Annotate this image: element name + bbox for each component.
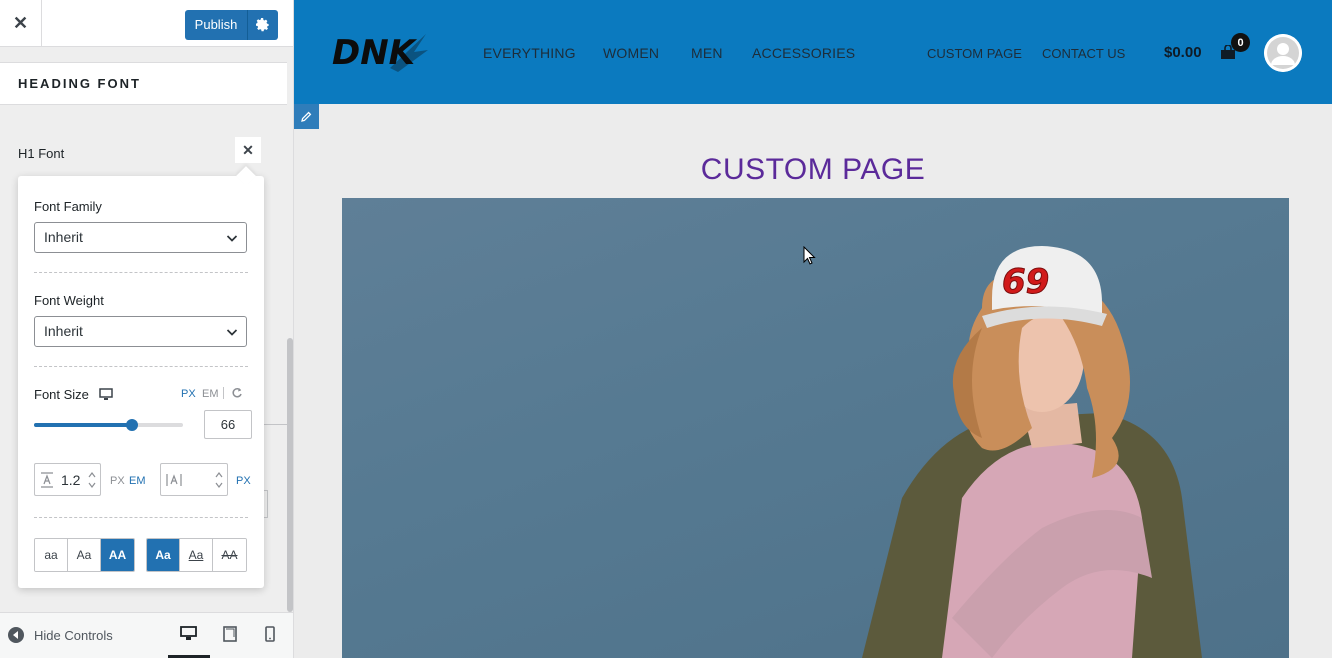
- font-family-select[interactable]: Inherit: [34, 222, 247, 253]
- model-photo: 69: [862, 246, 1202, 658]
- line-height-icon: [41, 472, 53, 488]
- page-title: CUSTOM PAGE: [700, 153, 926, 186]
- divider: [264, 424, 287, 425]
- close-icon: ✕: [242, 141, 254, 158]
- divider: [223, 387, 224, 399]
- font-weight-select[interactable]: Inherit: [34, 316, 247, 347]
- line-height-unit-px[interactable]: PX: [110, 475, 125, 487]
- font-size-slider[interactable]: [34, 419, 183, 431]
- reset-icon[interactable]: [231, 387, 243, 399]
- cart-total[interactable]: $0.00: [1164, 44, 1202, 61]
- desktop-icon[interactable]: [180, 626, 197, 641]
- cap-number: 69: [1002, 262, 1049, 302]
- nav-accessories[interactable]: ACCESSORIES: [752, 45, 855, 61]
- letter-spacing-unit-px[interactable]: PX: [236, 475, 251, 487]
- line-height-value: 1.2: [61, 472, 81, 488]
- logo-text: DNK: [332, 33, 418, 73]
- nav-custom-page[interactable]: CUSTOM PAGE: [927, 46, 1022, 61]
- user-avatar-icon[interactable]: [1264, 34, 1302, 72]
- transform-capitalize-button[interactable]: Aa: [68, 539, 101, 571]
- nav-everything[interactable]: EVERYTHING: [483, 45, 576, 61]
- nav-contact-us[interactable]: CONTACT US: [1042, 46, 1125, 61]
- font-size-input[interactable]: 66: [204, 410, 252, 439]
- slider-fill: [34, 423, 133, 427]
- divider: [34, 517, 248, 518]
- customizer-sidebar: ✕ Publish HEADING FONT H1 Font ✕ Font Fa…: [0, 0, 294, 658]
- edit-shortcut-button[interactable]: [294, 104, 319, 129]
- line-height-input[interactable]: 1.2: [34, 463, 101, 496]
- sidebar-footer: Hide Controls: [0, 612, 293, 658]
- spinner-icon[interactable]: [215, 470, 223, 490]
- slider-thumb[interactable]: [126, 419, 139, 431]
- nav-women[interactable]: WOMEN: [603, 45, 659, 61]
- site-preview: DNK EVERYTHING WOMEN MEN ACCESSORIES CUS…: [294, 0, 1332, 658]
- mouse-cursor-icon: [803, 246, 816, 265]
- gear-icon: [256, 18, 269, 32]
- publish-button[interactable]: Publish: [185, 10, 248, 40]
- publish-button-group: Publish: [185, 10, 278, 40]
- publish-settings-button[interactable]: [248, 18, 278, 32]
- decoration-strikethrough-button[interactable]: AA: [213, 539, 246, 571]
- font-size-unit-em[interactable]: EM: [202, 388, 219, 400]
- text-transform-group: aa Aa AA: [34, 538, 135, 572]
- h1-font-label: H1 Font: [18, 146, 65, 161]
- cart-count-badge: 0: [1231, 33, 1250, 52]
- hero-image: 69: [342, 198, 1289, 658]
- font-family-label: Font Family: [34, 199, 102, 214]
- desktop-icon[interactable]: [99, 388, 113, 401]
- font-size-unit-px[interactable]: PX: [181, 388, 196, 400]
- tablet-icon[interactable]: [223, 626, 237, 642]
- letter-spacing-input[interactable]: [160, 463, 228, 496]
- letter-spacing-icon: [166, 474, 182, 486]
- close-customizer-button[interactable]: ✕: [0, 0, 42, 46]
- font-weight-label: Font Weight: [34, 293, 104, 308]
- mobile-icon[interactable]: [265, 626, 275, 642]
- sidebar-header: ✕ Publish: [0, 0, 293, 47]
- line-height-unit-em[interactable]: EM: [129, 475, 146, 487]
- decoration-underline-button[interactable]: Aa: [180, 539, 213, 571]
- chevron-down-icon: [226, 329, 238, 336]
- collapse-arrow-icon: [8, 627, 24, 643]
- sidebar-scrollbar[interactable]: [287, 338, 293, 612]
- h1-font-close-button[interactable]: ✕: [235, 137, 261, 163]
- font-weight-value: Inherit: [44, 323, 83, 339]
- transform-uppercase-button[interactable]: AA: [101, 539, 134, 571]
- decoration-none-button[interactable]: Aa: [147, 539, 180, 571]
- pencil-icon: [301, 111, 312, 122]
- site-header: DNK EVERYTHING WOMEN MEN ACCESSORIES CUS…: [294, 0, 1332, 104]
- hide-controls-button[interactable]: Hide Controls: [8, 627, 113, 643]
- spinner-icon[interactable]: [88, 470, 96, 490]
- nav-men[interactable]: MEN: [691, 45, 723, 61]
- font-family-value: Inherit: [44, 229, 83, 245]
- divider: [34, 366, 248, 367]
- hide-controls-label: Hide Controls: [34, 627, 113, 643]
- chevron-down-icon: [226, 235, 238, 242]
- font-size-label: Font Size: [34, 387, 89, 402]
- close-icon: ✕: [12, 12, 29, 33]
- typography-popover: Font Family Inherit Font Weight Inherit …: [18, 166, 264, 588]
- divider: [34, 272, 248, 273]
- text-decoration-group: Aa Aa AA: [146, 538, 247, 572]
- section-title: HEADING FONT: [0, 62, 287, 105]
- site-logo[interactable]: DNK: [330, 28, 430, 74]
- popover-arrow: [236, 166, 256, 186]
- transform-lowercase-button[interactable]: aa: [35, 539, 68, 571]
